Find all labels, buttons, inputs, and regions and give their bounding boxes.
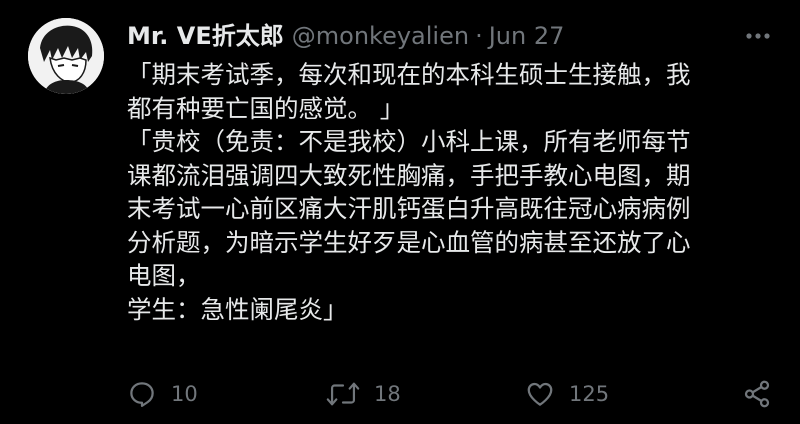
reply-count: 10 <box>171 382 198 406</box>
tweet-card[interactable]: Mr. VE折太郎 @monkeyalien · Jun 27 「期末考试季，每… <box>0 0 800 424</box>
share-icon <box>744 380 770 408</box>
reply-button[interactable]: 10 <box>127 374 198 414</box>
separator-dot: · <box>475 22 483 50</box>
tweet-text-line: 分析题，为暗示学生好歹是心血管的病甚至还放了心 <box>127 227 691 257</box>
retweet-count: 18 <box>374 382 401 406</box>
tweet-text-line: 电图， <box>127 261 201 290</box>
display-name[interactable]: Mr. VE折太郎 <box>127 18 284 54</box>
user-handle[interactable]: @monkeyalien <box>292 18 469 54</box>
heart-icon <box>527 382 553 406</box>
tweet-text: 「期末考试季，每次和现在的本科生硕士生接触，我 都有种要亡国的感觉。 」 「贵校… <box>127 58 767 326</box>
tweet-text-line: 都有种要亡国的感觉。 」 <box>127 93 405 123</box>
like-count: 125 <box>569 382 610 406</box>
share-button[interactable] <box>742 374 772 414</box>
retweet-button[interactable]: 18 <box>326 374 401 414</box>
avatar-illustration-icon <box>28 18 104 94</box>
reply-icon <box>130 382 154 407</box>
tweet-text-line: 「贵校（免责：不是我校）小科上课，所有老师每节 <box>127 127 691 156</box>
more-dots-icon <box>746 33 770 39</box>
like-button[interactable]: 125 <box>525 374 609 414</box>
more-options-button[interactable] <box>744 24 772 48</box>
tweet-text-line: 课都流泪强调四大致死性胸痛，手把手教心电图，期 <box>127 160 691 190</box>
avatar[interactable] <box>28 18 104 94</box>
retweet-icon <box>326 382 360 406</box>
tweet-text-line: 学生：急性阑尾炎」 <box>127 294 348 324</box>
tweet-text-line: 「期末考试季，每次和现在的本科生硕士生接触，我 <box>127 60 691 89</box>
tweet-header: Mr. VE折太郎 @monkeyalien · Jun 27 <box>127 18 740 54</box>
action-bar: 10 18 125 <box>127 374 772 414</box>
tweet-text-line: 末考试一心前区痛大汗肌钙蛋白升高既往冠心病病例 <box>127 194 691 223</box>
tweet-date[interactable]: Jun 27 <box>489 18 565 54</box>
